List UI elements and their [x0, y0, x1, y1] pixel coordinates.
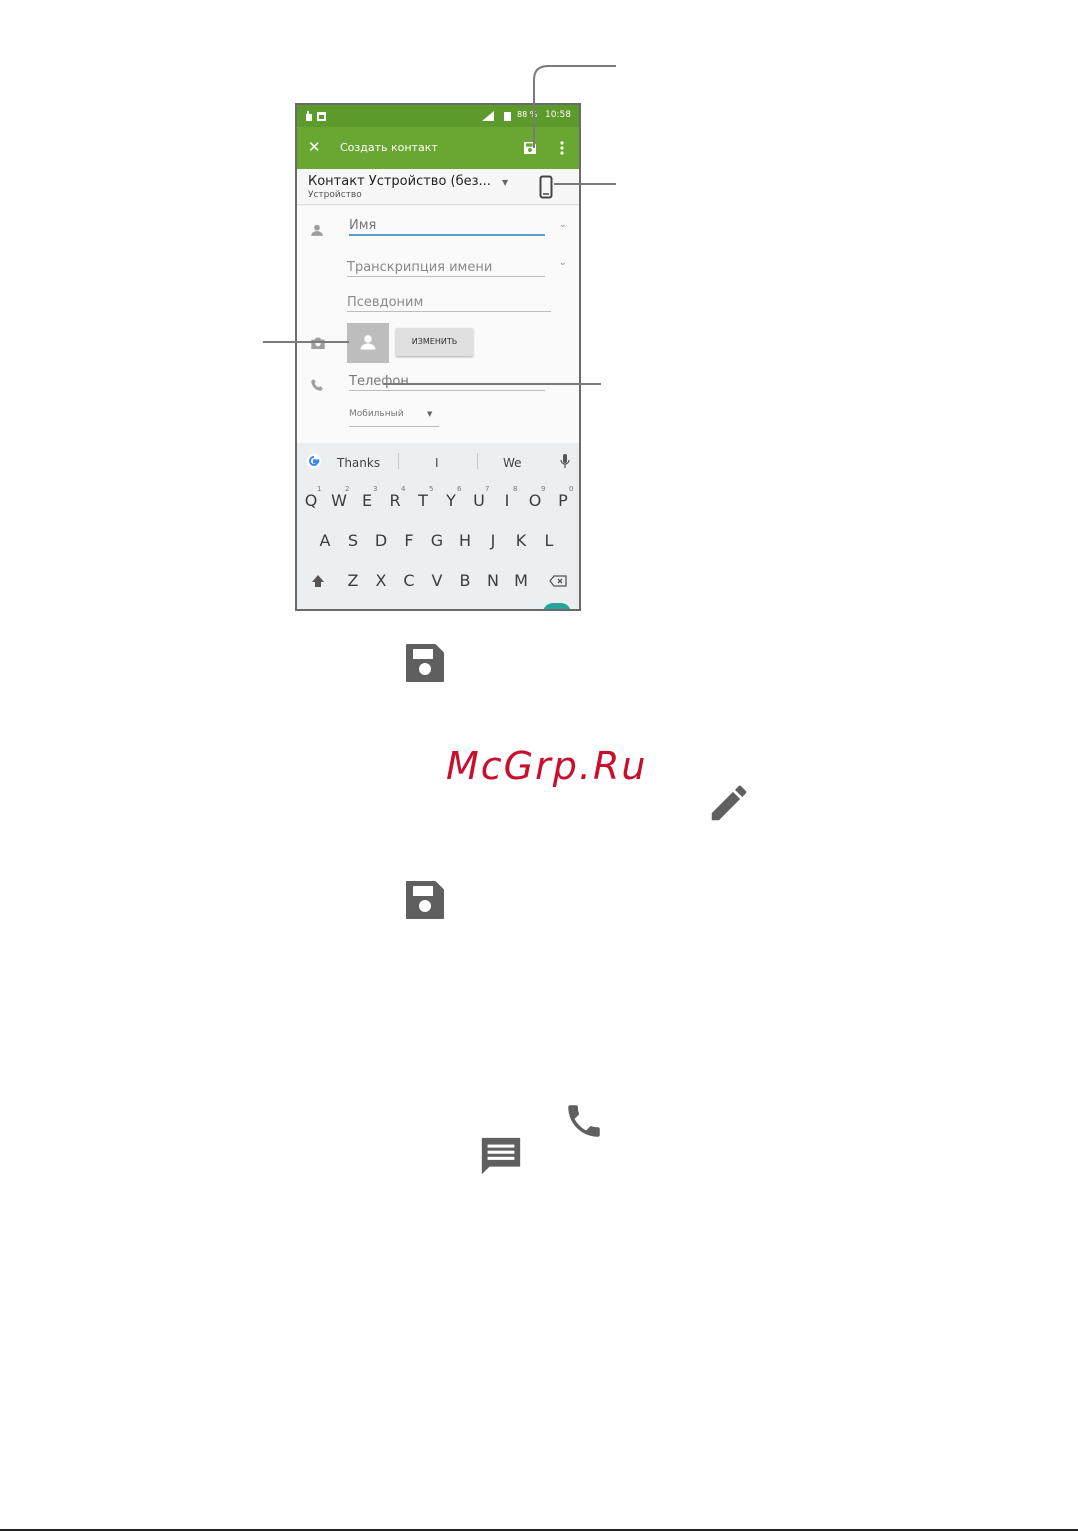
save-icon-large-2 [406, 881, 444, 919]
google-icon[interactable] [306, 453, 322, 469]
phone-field[interactable]: Телефон [349, 374, 409, 389]
change-photo-button[interactable]: ИЗМЕНИТЬ [396, 328, 473, 356]
key-m[interactable]: M [509, 571, 533, 590]
backspace-icon[interactable] [549, 575, 567, 587]
phone-screenshot: 88 % 10:58 ✕ Создать контакт Контакт Уст… [295, 103, 581, 611]
contact-form: Имя ⌄ Транскрипция имени ⌄ Псевдоним ИЗМ… [297, 206, 579, 443]
suggestion-1[interactable]: Thanks [337, 456, 380, 470]
save-icon-large [406, 644, 444, 682]
dropdown-arrow-icon: ▼ [502, 178, 509, 187]
watermark: McGrp.Ru [446, 744, 648, 788]
suggestion-3[interactable]: We [503, 456, 522, 470]
microphone-icon[interactable] [560, 453, 570, 469]
key-digit-hint: 0 [569, 485, 574, 493]
space-bar[interactable] [403, 609, 503, 611]
toolbar-title: Создать контакт [340, 141, 438, 154]
callout-phone-field [383, 383, 601, 385]
phone-underline [349, 390, 545, 391]
key-p[interactable]: P [551, 491, 575, 510]
phone-field-icon [311, 379, 323, 391]
notification-icons [306, 111, 326, 121]
nickname-field[interactable]: Псевдоним [347, 295, 423, 310]
pencil-icon [711, 785, 747, 821]
chevron-down-icon-2[interactable]: ⌄ [559, 258, 567, 268]
key-y[interactable]: Y [439, 491, 463, 510]
suggestion-divider-2 [477, 453, 478, 469]
nickname-underline [347, 311, 551, 312]
key-q[interactable]: Q [299, 491, 323, 510]
key-digit-hint: 8 [513, 485, 518, 493]
key-digit-hint: 2 [345, 485, 350, 493]
callout-device [554, 183, 616, 185]
keyboard: Thanks I We Q1W2E3R4T5Y6U7I8O9P0 ASDFGHJ… [297, 443, 579, 611]
key-t[interactable]: T [411, 491, 435, 510]
key-f[interactable]: F [397, 531, 421, 550]
key-v[interactable]: V [425, 571, 449, 590]
key-l[interactable]: L [537, 531, 561, 550]
key-digit-hint: 6 [457, 485, 462, 493]
camera-icon [311, 337, 325, 349]
name-underline [349, 234, 545, 236]
account-selector[interactable]: Контакт Устройство (без... Устройство ▼ [297, 169, 579, 205]
page-bottom-rule [0, 1529, 1078, 1531]
key-b[interactable]: B [453, 571, 477, 590]
photo-person-icon [360, 335, 376, 350]
contact-photo[interactable] [347, 323, 389, 363]
message-icon [481, 1137, 521, 1175]
shift-icon[interactable] [311, 574, 325, 588]
signal-icon [482, 111, 511, 121]
phone-type-select[interactable]: Мобильный [349, 409, 404, 419]
key-s[interactable]: S [341, 531, 365, 550]
enter-key[interactable] [543, 603, 571, 609]
phone-icon [568, 1105, 600, 1137]
key-g[interactable]: G [425, 531, 449, 550]
key-n[interactable]: N [481, 571, 505, 590]
key-digit-hint: 4 [401, 485, 406, 493]
callout-photo [263, 341, 349, 343]
chevron-down-icon[interactable]: ⌄ [559, 220, 567, 230]
key-k[interactable]: K [509, 531, 533, 550]
callout-save [533, 65, 616, 148]
transcription-field[interactable]: Транскрипция имени [347, 260, 492, 275]
key-e[interactable]: E [355, 491, 379, 510]
key-digit-hint: 9 [541, 485, 546, 493]
key-w[interactable]: W [327, 491, 351, 510]
key-c[interactable]: C [397, 571, 421, 590]
phone-type-underline [349, 426, 439, 427]
account-type: Устройство [308, 190, 362, 200]
key-digit-hint: 3 [373, 485, 378, 493]
close-icon[interactable]: ✕ [308, 138, 321, 156]
suggestion-2[interactable]: I [435, 456, 439, 470]
key-digit-hint: 5 [429, 485, 434, 493]
suggestion-divider [398, 453, 399, 469]
key-a[interactable]: A [313, 531, 337, 550]
key-digit-hint: 7 [485, 485, 490, 493]
device-icon [539, 175, 553, 199]
key-j[interactable]: J [481, 531, 505, 550]
transcription-underline [347, 276, 545, 277]
account-name: Контакт Устройство (без... [308, 174, 491, 189]
key-digit-hint: 1 [317, 485, 322, 493]
key-z[interactable]: Z [341, 571, 365, 590]
key-x[interactable]: X [369, 571, 393, 590]
key-o[interactable]: O [523, 491, 547, 510]
key-r[interactable]: R [383, 491, 407, 510]
key-i[interactable]: I [495, 491, 519, 510]
name-field[interactable]: Имя [349, 218, 376, 233]
key-u[interactable]: U [467, 491, 491, 510]
key-h[interactable]: H [453, 531, 477, 550]
key-d[interactable]: D [369, 531, 393, 550]
phone-type-arrow-icon[interactable]: ▼ [427, 410, 432, 418]
person-icon [311, 224, 323, 236]
